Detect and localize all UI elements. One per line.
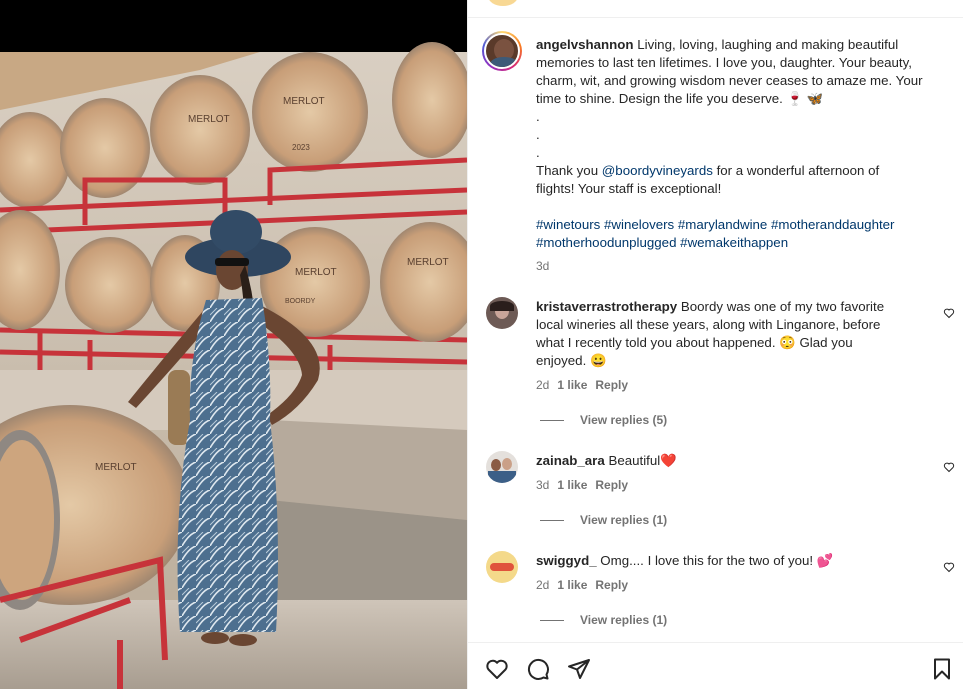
caption-dot: .: [536, 127, 540, 142]
caption-text: memories to last ten lifetimes. I love y…: [536, 55, 912, 70]
like-comment-icon[interactable]: [943, 307, 955, 319]
commenter-avatar[interactable]: [486, 297, 518, 329]
barrel-year: 2023: [292, 143, 310, 152]
action-bar: [468, 642, 963, 689]
comment-text: local wineries all these years, along wi…: [536, 317, 881, 332]
mention-link[interactable]: @boordyvineyards: [602, 163, 713, 178]
comment-time[interactable]: 2d: [536, 378, 549, 392]
barrel-label: MERLOT: [283, 96, 325, 107]
reply-button[interactable]: Reply: [595, 478, 628, 492]
comment-time[interactable]: 2d: [536, 578, 549, 592]
caption-text: charm, wit, and growing wisdom never cea…: [536, 73, 923, 88]
commenter-username[interactable]: kristaverrastrotherapy: [536, 299, 677, 314]
comment-body: zainab_ara Beautiful❤️: [536, 452, 936, 470]
author-avatar[interactable]: [482, 31, 522, 71]
reply-button[interactable]: Reply: [595, 378, 628, 392]
post-detail-panel: angelvshannon Living, loving, laughing a…: [467, 0, 963, 689]
commenter-avatar[interactable]: [486, 551, 518, 583]
caption-dot: .: [536, 145, 540, 160]
post-photo-illustration: MERLOT MERLOT 2023 MERLOT MERLOT BOORDY: [0, 0, 467, 689]
comment-likes[interactable]: 1 like: [557, 378, 587, 392]
comment-body: swiggyd_ Omg.... I love this for the two…: [536, 552, 936, 570]
comment-meta: 3d 1 like Reply: [536, 478, 628, 492]
post-caption: angelvshannon Living, loving, laughing a…: [536, 36, 956, 252]
caption-text: time to shine. Design the life you deser…: [536, 91, 824, 106]
commenter-avatar[interactable]: [486, 451, 518, 483]
view-replies-label: View replies (1): [580, 513, 668, 527]
view-replies-button[interactable]: View replies (5): [540, 413, 667, 427]
caption-dot: .: [536, 109, 540, 124]
commenter-username[interactable]: zainab_ara: [536, 453, 605, 468]
commenter-username[interactable]: swiggyd_: [536, 553, 597, 568]
comment-text: enjoyed. 😀: [536, 353, 607, 368]
caption-text: Living, loving, laughing and making beau…: [633, 37, 899, 52]
barrel-label: MERLOT: [95, 462, 137, 473]
like-comment-icon[interactable]: [943, 461, 955, 473]
comment-text: Beautiful❤️: [604, 453, 677, 468]
previous-avatar-edge: [488, 0, 518, 6]
comment-text: what I recently told you about happened.…: [536, 335, 853, 350]
caption-text: for a wonderful afternoon of: [712, 163, 880, 178]
comment-icon[interactable]: [526, 657, 550, 681]
view-replies-label: View replies (5): [580, 413, 668, 427]
author-username[interactable]: angelvshannon: [536, 37, 634, 52]
comment-text: Boordy was one of my two favorite: [677, 299, 885, 314]
panel-top-edge: [468, 0, 963, 18]
caption-text: flights! Your staff is exceptional!: [536, 181, 722, 196]
comment-meta: 2d 1 like Reply: [536, 578, 628, 592]
reply-button[interactable]: Reply: [595, 578, 628, 592]
comment-likes[interactable]: 1 like: [557, 578, 587, 592]
view-replies-label: View replies (1): [580, 613, 668, 627]
hashtag-links[interactable]: #motherhoodunplugged #wemakeithappen: [536, 234, 956, 252]
comment-meta: 2d 1 like Reply: [536, 378, 628, 392]
barrel-label: MERLOT: [188, 114, 230, 125]
comment-time[interactable]: 3d: [536, 478, 549, 492]
comment-likes[interactable]: 1 like: [557, 478, 587, 492]
bookmark-icon[interactable]: [930, 657, 954, 681]
barrel-label: MERLOT: [295, 267, 337, 278]
barrel-label: BOORDY: [285, 298, 316, 305]
barrel-label: MERLOT: [407, 257, 449, 268]
heart-icon[interactable]: [485, 657, 509, 681]
caption-text: Thank you: [536, 163, 602, 178]
post-time[interactable]: 3d: [536, 259, 549, 273]
view-replies-button[interactable]: View replies (1): [540, 513, 667, 527]
post-photo[interactable]: MERLOT MERLOT 2023 MERLOT MERLOT BOORDY: [0, 0, 467, 689]
comment-text: Omg.... I love this for the two of you! …: [596, 553, 834, 568]
view-replies-button[interactable]: View replies (1): [540, 613, 667, 627]
hashtag-links[interactable]: #winetours #winelovers #marylandwine #mo…: [536, 216, 956, 234]
like-comment-icon[interactable]: [943, 561, 955, 573]
comment-body: kristaverrastrotherapy Boordy was one of…: [536, 298, 936, 370]
send-icon[interactable]: [567, 657, 591, 681]
